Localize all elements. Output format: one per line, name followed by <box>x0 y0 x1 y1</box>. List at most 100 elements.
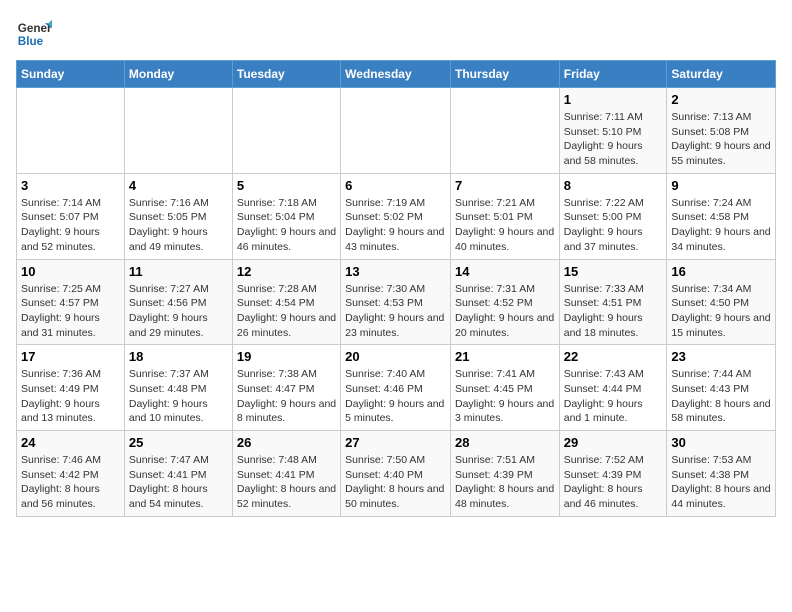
day-number: 22 <box>564 349 663 364</box>
calendar-week-row: 3Sunrise: 7:14 AM Sunset: 5:07 PM Daylig… <box>17 173 776 259</box>
calendar-cell: 11Sunrise: 7:27 AM Sunset: 4:56 PM Dayli… <box>124 259 232 345</box>
day-number: 12 <box>237 264 336 279</box>
calendar-week-row: 1 Sunrise: 7:11 AM Sunset: 5:10 PM Daylig… <box>17 88 776 174</box>
calendar-cell: 20 Sunrise: 7:40 AM Sunset: 4:46 PM Dayli… <box>341 345 451 431</box>
day-info: Sunrise: 7:48 AM Sunset: 4:41 PM Dayligh… <box>237 453 336 512</box>
day-number: 27 <box>345 435 446 450</box>
calendar-cell: 12 Sunrise: 7:28 AM Sunset: 4:54 PM Dayli… <box>232 259 340 345</box>
day-info: Sunrise: 7:41 AM Sunset: 4:45 PM Dayligh… <box>455 367 555 426</box>
day-info: Sunrise: 7:16 AM Sunset: 5:05 PM Dayligh… <box>129 196 228 255</box>
day-info: Sunrise: 7:34 AM Sunset: 4:50 PM Dayligh… <box>671 282 771 341</box>
day-number: 16 <box>671 264 771 279</box>
day-info: Sunrise: 7:40 AM Sunset: 4:46 PM Dayligh… <box>345 367 446 426</box>
day-number: 1 <box>564 92 663 107</box>
calendar-cell: 16 Sunrise: 7:34 AM Sunset: 4:50 PM Dayli… <box>667 259 776 345</box>
weekday-header-tuesday: Tuesday <box>232 61 340 88</box>
weekday-header-sunday: Sunday <box>17 61 125 88</box>
svg-text:Blue: Blue <box>18 35 44 48</box>
weekday-header-wednesday: Wednesday <box>341 61 451 88</box>
day-number: 19 <box>237 349 336 364</box>
day-info: Sunrise: 7:38 AM Sunset: 4:47 PM Dayligh… <box>237 367 336 426</box>
day-number: 25 <box>129 435 228 450</box>
day-number: 6 <box>345 178 446 193</box>
day-number: 2 <box>671 92 771 107</box>
calendar-week-row: 24Sunrise: 7:46 AM Sunset: 4:42 PM Dayli… <box>17 431 776 517</box>
calendar-cell: 18Sunrise: 7:37 AM Sunset: 4:48 PM Dayli… <box>124 345 232 431</box>
calendar-cell: 3Sunrise: 7:14 AM Sunset: 5:07 PM Daylig… <box>17 173 125 259</box>
calendar-cell <box>17 88 125 174</box>
weekday-header-row: SundayMondayTuesdayWednesdayThursdayFrid… <box>17 61 776 88</box>
calendar-cell: 21 Sunrise: 7:41 AM Sunset: 4:45 PM Dayli… <box>450 345 559 431</box>
calendar-cell: 23 Sunrise: 7:44 AM Sunset: 4:43 PM Dayli… <box>667 345 776 431</box>
calendar-cell: 29 Sunrise: 7:52 AM Sunset: 4:39 PM Dayli… <box>559 431 667 517</box>
day-number: 17 <box>21 349 120 364</box>
calendar-cell: 9 Sunrise: 7:24 AM Sunset: 4:58 PM Daylig… <box>667 173 776 259</box>
day-info: Sunrise: 7:44 AM Sunset: 4:43 PM Dayligh… <box>671 367 771 426</box>
general-blue-logo-icon: General Blue <box>16 16 52 52</box>
calendar-cell: 19 Sunrise: 7:38 AM Sunset: 4:47 PM Dayli… <box>232 345 340 431</box>
calendar-cell: 10Sunrise: 7:25 AM Sunset: 4:57 PM Dayli… <box>17 259 125 345</box>
day-number: 30 <box>671 435 771 450</box>
calendar-cell: 1 Sunrise: 7:11 AM Sunset: 5:10 PM Daylig… <box>559 88 667 174</box>
day-number: 7 <box>455 178 555 193</box>
day-number: 8 <box>564 178 663 193</box>
calendar-week-row: 10Sunrise: 7:25 AM Sunset: 4:57 PM Dayli… <box>17 259 776 345</box>
weekday-header-thursday: Thursday <box>450 61 559 88</box>
day-info: Sunrise: 7:28 AM Sunset: 4:54 PM Dayligh… <box>237 282 336 341</box>
calendar-cell: 25 Sunrise: 7:47 AM Sunset: 4:41 PM Dayli… <box>124 431 232 517</box>
day-info: Sunrise: 7:43 AM Sunset: 4:44 PM Dayligh… <box>564 367 663 426</box>
calendar-cell <box>450 88 559 174</box>
calendar-cell: 2 Sunrise: 7:13 AM Sunset: 5:08 PM Daylig… <box>667 88 776 174</box>
calendar-cell: 15 Sunrise: 7:33 AM Sunset: 4:51 PM Dayli… <box>559 259 667 345</box>
calendar-cell: 24Sunrise: 7:46 AM Sunset: 4:42 PM Dayli… <box>17 431 125 517</box>
day-number: 5 <box>237 178 336 193</box>
calendar-cell: 13Sunrise: 7:30 AM Sunset: 4:53 PM Dayli… <box>341 259 451 345</box>
day-number: 21 <box>455 349 555 364</box>
day-info: Sunrise: 7:24 AM Sunset: 4:58 PM Dayligh… <box>671 196 771 255</box>
day-number: 29 <box>564 435 663 450</box>
day-info: Sunrise: 7:11 AM Sunset: 5:10 PM Dayligh… <box>564 110 663 169</box>
calendar-cell: 8 Sunrise: 7:22 AM Sunset: 5:00 PM Daylig… <box>559 173 667 259</box>
calendar-cell: 30 Sunrise: 7:53 AM Sunset: 4:38 PM Dayli… <box>667 431 776 517</box>
calendar-cell <box>124 88 232 174</box>
day-info: Sunrise: 7:50 AM Sunset: 4:40 PM Dayligh… <box>345 453 446 512</box>
day-number: 11 <box>129 264 228 279</box>
day-info: Sunrise: 7:33 AM Sunset: 4:51 PM Dayligh… <box>564 282 663 341</box>
day-number: 13 <box>345 264 446 279</box>
calendar-cell: 17 Sunrise: 7:36 AM Sunset: 4:49 PM Dayli… <box>17 345 125 431</box>
day-info: Sunrise: 7:52 AM Sunset: 4:39 PM Dayligh… <box>564 453 663 512</box>
calendar-cell <box>232 88 340 174</box>
calendar-cell: 28 Sunrise: 7:51 AM Sunset: 4:39 PM Dayli… <box>450 431 559 517</box>
day-number: 20 <box>345 349 446 364</box>
calendar-cell: 6Sunrise: 7:19 AM Sunset: 5:02 PM Daylig… <box>341 173 451 259</box>
day-info: Sunrise: 7:31 AM Sunset: 4:52 PM Dayligh… <box>455 282 555 341</box>
day-info: Sunrise: 7:22 AM Sunset: 5:00 PM Dayligh… <box>564 196 663 255</box>
weekday-header-saturday: Saturday <box>667 61 776 88</box>
logo: General Blue <box>16 16 56 52</box>
day-info: Sunrise: 7:53 AM Sunset: 4:38 PM Dayligh… <box>671 453 771 512</box>
calendar-cell: 5Sunrise: 7:18 AM Sunset: 5:04 PM Daylig… <box>232 173 340 259</box>
calendar-cell: 4 Sunrise: 7:16 AM Sunset: 5:05 PM Daylig… <box>124 173 232 259</box>
day-number: 4 <box>129 178 228 193</box>
calendar-cell: 27 Sunrise: 7:50 AM Sunset: 4:40 PM Dayli… <box>341 431 451 517</box>
day-info: Sunrise: 7:36 AM Sunset: 4:49 PM Dayligh… <box>21 367 120 426</box>
day-info: Sunrise: 7:25 AM Sunset: 4:57 PM Dayligh… <box>21 282 120 341</box>
day-info: Sunrise: 7:21 AM Sunset: 5:01 PM Dayligh… <box>455 196 555 255</box>
calendar-table: SundayMondayTuesdayWednesdayThursdayFrid… <box>16 60 776 517</box>
day-info: Sunrise: 7:51 AM Sunset: 4:39 PM Dayligh… <box>455 453 555 512</box>
day-number: 9 <box>671 178 771 193</box>
day-info: Sunrise: 7:37 AM Sunset: 4:48 PM Dayligh… <box>129 367 228 426</box>
day-info: Sunrise: 7:47 AM Sunset: 4:41 PM Dayligh… <box>129 453 228 512</box>
calendar-cell: 14Sunrise: 7:31 AM Sunset: 4:52 PM Dayli… <box>450 259 559 345</box>
day-number: 15 <box>564 264 663 279</box>
day-info: Sunrise: 7:14 AM Sunset: 5:07 PM Dayligh… <box>21 196 120 255</box>
day-number: 23 <box>671 349 771 364</box>
day-number: 26 <box>237 435 336 450</box>
day-info: Sunrise: 7:13 AM Sunset: 5:08 PM Dayligh… <box>671 110 771 169</box>
day-number: 24 <box>21 435 120 450</box>
calendar-cell: 7 Sunrise: 7:21 AM Sunset: 5:01 PM Daylig… <box>450 173 559 259</box>
calendar-cell: 22 Sunrise: 7:43 AM Sunset: 4:44 PM Dayli… <box>559 345 667 431</box>
weekday-header-friday: Friday <box>559 61 667 88</box>
calendar-cell <box>341 88 451 174</box>
day-number: 28 <box>455 435 555 450</box>
